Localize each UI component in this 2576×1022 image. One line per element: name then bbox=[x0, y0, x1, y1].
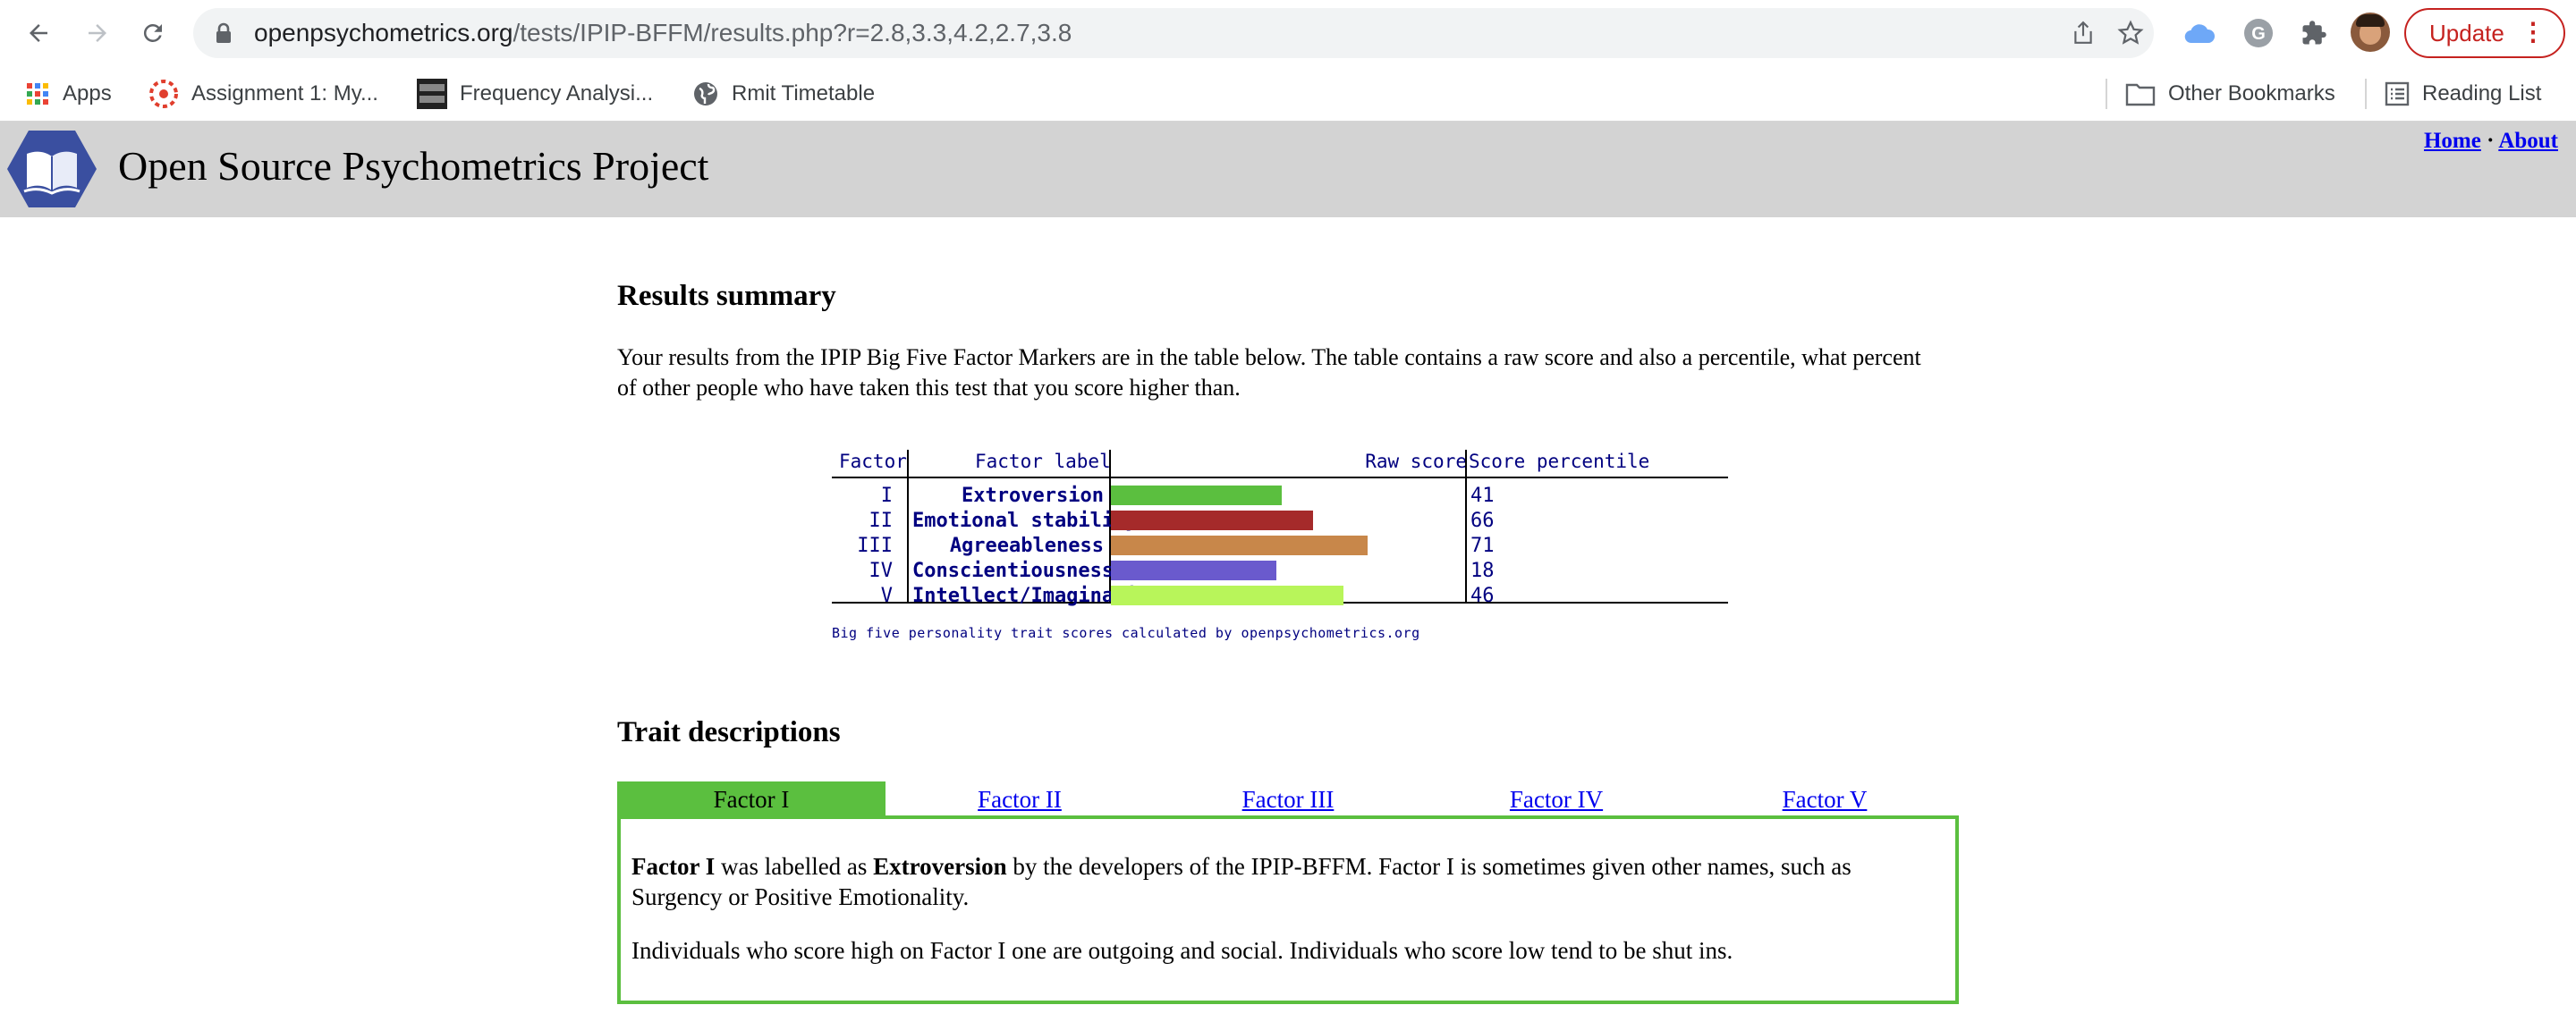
factor-numeral-emotional-stability: II bbox=[869, 510, 894, 532]
bookmark-frequency-analysis[interactable]: Frequency Analysi... bbox=[417, 79, 653, 109]
factor-tabs: Factor I Factor II Factor III Factor IV … bbox=[617, 781, 1959, 817]
bookmark-label: Apps bbox=[63, 81, 112, 106]
factor-numeral-conscientiousness: IV bbox=[869, 560, 894, 582]
tab-factor-v[interactable]: Factor V bbox=[1690, 781, 1959, 817]
bookmark-separator bbox=[2106, 79, 2107, 109]
trait-description-paragraph-1: Factor I was labelled as Extroversion by… bbox=[631, 851, 1945, 912]
back-button[interactable] bbox=[18, 13, 59, 54]
back-arrow-icon bbox=[30, 24, 47, 42]
bookmark-star-icon[interactable] bbox=[2116, 19, 2145, 47]
lock-icon bbox=[216, 22, 231, 43]
score-bar-emotional-stability bbox=[1111, 511, 1313, 530]
about-link[interactable]: About bbox=[2498, 129, 2558, 153]
col-header-factor: Factor bbox=[839, 451, 907, 472]
bookmark-assignment[interactable]: Assignment 1: My... bbox=[148, 79, 378, 109]
forward-button[interactable] bbox=[77, 13, 118, 54]
share-icon[interactable] bbox=[2069, 19, 2097, 47]
percentile-intellect-imagination: 46 bbox=[1470, 585, 1495, 607]
tab-factor-iii[interactable]: Factor III bbox=[1154, 781, 1422, 817]
reading-list[interactable]: Reading List bbox=[2385, 79, 2541, 109]
update-label: Update bbox=[2429, 19, 2504, 46]
percentile-conscientiousness: 18 bbox=[1470, 560, 1495, 582]
trait-description-paragraph-2: Individuals who score high on Factor I o… bbox=[631, 937, 1733, 964]
browser-toolbar: openpsychometrics.org/tests/IPIP-BFFM/re… bbox=[0, 0, 2576, 66]
factor-label-conscientiousness: Conscientiousness bbox=[912, 560, 1114, 582]
score-bar-extroversion bbox=[1111, 486, 1282, 505]
reading-list-icon bbox=[2385, 81, 2410, 106]
cloud-extension-icon[interactable] bbox=[2182, 16, 2216, 50]
tab-factor-iii-link[interactable]: Factor III bbox=[1242, 786, 1335, 813]
canvas-icon bbox=[148, 79, 179, 109]
tab-factor-ii-link[interactable]: Factor II bbox=[978, 786, 1062, 813]
url-text: openpsychometrics.org/tests/IPIP-BFFM/re… bbox=[254, 18, 1072, 48]
site-title[interactable]: Open Source Psychometrics Project bbox=[118, 141, 708, 191]
site-header: Open Source Psychometrics Project Home ·… bbox=[0, 122, 2576, 217]
traits-heading: Trait descriptions bbox=[617, 716, 841, 748]
profile-avatar[interactable] bbox=[2351, 13, 2390, 52]
puzzle-extensions-icon[interactable] bbox=[2297, 16, 2331, 50]
desc-label: Extroversion bbox=[873, 853, 1007, 880]
col-header-percentile: Score percentile bbox=[1469, 451, 1650, 472]
factor-label-agreeableness: Agreeableness bbox=[949, 535, 1104, 557]
col-header-raw-score: Raw score bbox=[1365, 451, 1467, 472]
grammarly-extension-icon[interactable]: G bbox=[2241, 16, 2275, 50]
factor-numeral-intellect-imagination: V bbox=[880, 585, 893, 607]
other-bookmarks-label: Other Bookmarks bbox=[2168, 81, 2335, 106]
folder-icon bbox=[2125, 81, 2156, 106]
tab-factor-i[interactable]: Factor I bbox=[617, 781, 886, 817]
desc-mid: was labelled as bbox=[715, 853, 874, 880]
nav-separator: · bbox=[2487, 129, 2495, 153]
tab-factor-ii[interactable]: Factor II bbox=[886, 781, 1154, 817]
reload-icon bbox=[143, 23, 162, 42]
results-heading: Results summary bbox=[617, 280, 836, 312]
forward-arrow-icon bbox=[89, 24, 106, 42]
svg-text:G: G bbox=[2251, 24, 2266, 44]
tab-factor-v-link[interactable]: Factor V bbox=[1783, 786, 1868, 813]
reload-button[interactable] bbox=[132, 13, 174, 54]
table-header-rule bbox=[832, 477, 1728, 478]
menu-dots-icon: ⋮ bbox=[2521, 18, 2546, 46]
bookmark-apps[interactable]: Apps bbox=[25, 79, 112, 109]
url-path: /tests/IPIP-BFFM/results.php?r=2.8,3.3,4… bbox=[513, 19, 1072, 46]
factor-label-extroversion: Extroversion bbox=[962, 485, 1104, 507]
factor-numeral-extroversion: I bbox=[880, 485, 893, 507]
factor-numeral-agreeableness: III bbox=[857, 535, 893, 557]
table-divider bbox=[907, 450, 909, 602]
update-button[interactable]: Update ⋮ bbox=[2404, 8, 2565, 58]
results-intro: Your results from the IPIP Big Five Fact… bbox=[617, 344, 1921, 401]
factor-label-intellect-imagination: Intellect/Imagination bbox=[912, 585, 1162, 607]
bookmarks-bar: Apps Assignment 1: My... Frequency Analy… bbox=[0, 66, 2576, 122]
chart-credit: Big five personality trait scores calcul… bbox=[832, 625, 1420, 641]
score-bar-intellect-imagination bbox=[1111, 586, 1343, 605]
bookmark-rmit-timetable[interactable]: Rmit Timetable bbox=[692, 79, 875, 109]
tab-factor-iv-link[interactable]: Factor IV bbox=[1510, 786, 1603, 813]
address-bar[interactable]: openpsychometrics.org/tests/IPIP-BFFM/re… bbox=[193, 8, 2154, 58]
crypto-corner-icon bbox=[417, 79, 447, 109]
col-header-label: Factor label bbox=[975, 451, 1111, 472]
url-domain: openpsychometrics.org bbox=[254, 19, 513, 46]
score-bar-conscientiousness bbox=[1111, 561, 1276, 580]
trait-description-panel: Factor I was labelled as Extroversion by… bbox=[617, 815, 1959, 1004]
apps-grid-icon bbox=[25, 81, 50, 106]
open-book-logo-icon[interactable] bbox=[5, 129, 98, 209]
top-nav: Home · About bbox=[2424, 129, 2558, 154]
tab-factor-iv[interactable]: Factor IV bbox=[1422, 781, 1690, 817]
home-link[interactable]: Home bbox=[2424, 129, 2481, 153]
reading-list-label: Reading List bbox=[2422, 81, 2542, 106]
factor-label-emotional-stability: Emotional stability bbox=[912, 510, 1138, 532]
table-divider bbox=[1465, 450, 1467, 602]
percentile-emotional-stability: 66 bbox=[1470, 510, 1495, 532]
score-bar-agreeableness bbox=[1111, 536, 1368, 555]
desc-factor: Factor I bbox=[631, 853, 716, 880]
bookmark-label: Assignment 1: My... bbox=[191, 81, 378, 106]
bookmark-label: Rmit Timetable bbox=[732, 81, 876, 106]
other-bookmarks[interactable]: Other Bookmarks bbox=[2125, 79, 2335, 109]
percentile-agreeableness: 71 bbox=[1470, 535, 1495, 557]
globe-icon bbox=[692, 80, 719, 107]
bookmark-separator bbox=[2365, 79, 2367, 109]
bookmark-label: Frequency Analysi... bbox=[460, 81, 654, 106]
percentile-extroversion: 41 bbox=[1470, 485, 1495, 507]
